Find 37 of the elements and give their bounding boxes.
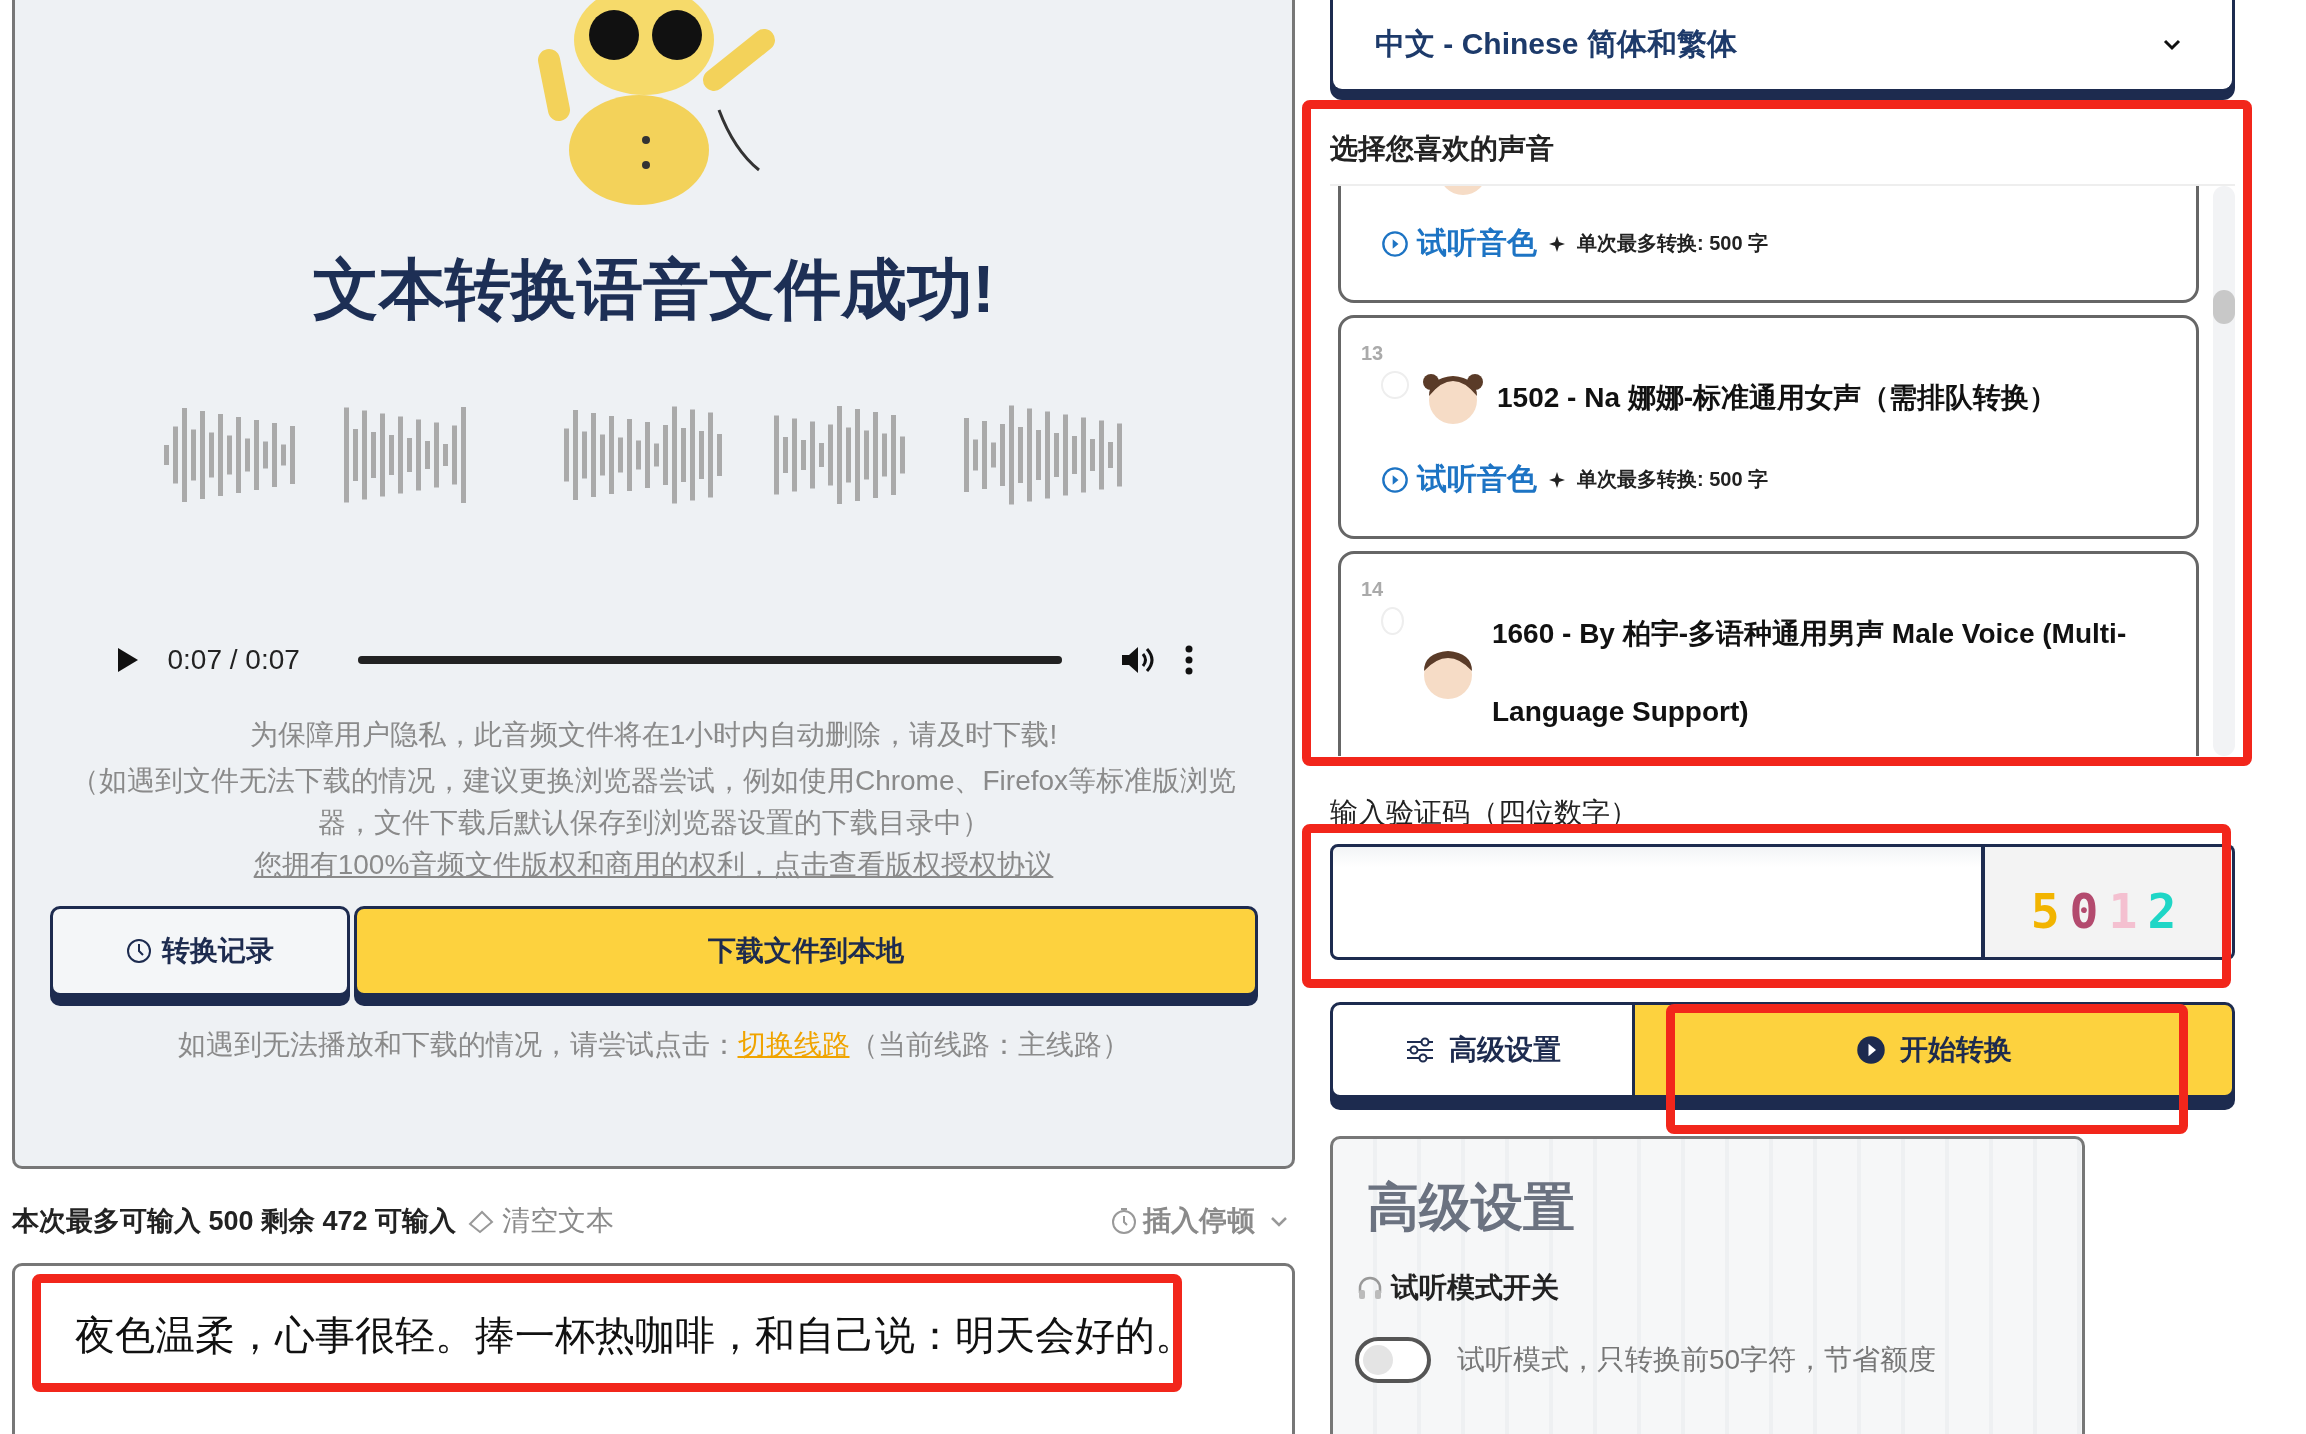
preview-link[interactable]: 试听音色 xyxy=(1381,223,1537,264)
headphones-icon xyxy=(1357,1275,1383,1301)
notice-text: 为保障用户隐私，此音频文件将在1小时内自动删除，请及时下载! xyxy=(248,718,1059,752)
chevron-down-icon xyxy=(1269,1214,1289,1228)
preview-mode-toggle[interactable] xyxy=(1355,1337,1431,1383)
notice-text: （如遇到文件无法下载的情况，建议更换浏览器尝试，例如使用Chrome、Firefox等标准版浏览器，文件下载后默认保存到浏览器设置的下载目录中） xyxy=(69,764,1238,840)
voice-number: 14 xyxy=(1361,578,1385,601)
voice-name: 1502 - Na 娜娜-标准通用女声（需排队转换） xyxy=(1497,381,2058,415)
preview-mode-description: 试听模式，只转换前50字符，节省额度 xyxy=(1457,1343,1937,1377)
voice-card[interactable]: 13 1502 - Na 娜娜-标准通用女声（需排队转换） 试听音色 单次最多转换: 500 字 xyxy=(1338,315,2200,539)
scrollbar[interactable] xyxy=(2213,186,2235,756)
clock-icon xyxy=(125,938,152,964)
captcha-input[interactable] xyxy=(1330,844,1985,960)
timer-icon xyxy=(1111,1207,1137,1235)
voice-number: 13 xyxy=(1361,342,1385,365)
time-display: 0:07 / 0:07 xyxy=(167,644,300,676)
volume-icon[interactable] xyxy=(1119,644,1156,676)
sliders-icon xyxy=(1404,1037,1435,1063)
play-icon xyxy=(1381,465,1409,494)
input-text: 夜色温柔，心事很轻。捧一杯热咖啡，和自己说：明天会好的。 xyxy=(75,1313,1195,1357)
limit-text: 单次最多转换: 500 字 xyxy=(1577,467,1769,492)
play-icon xyxy=(1381,229,1409,258)
limit-text: 单次最多转换: 500 字 xyxy=(1577,231,1769,256)
char-counter: 本次最多可输入 500 剩余 472 可输入 xyxy=(12,1205,457,1238)
chevron-down-icon xyxy=(2162,37,2182,52)
voice-name: 1660 - By 柏宇-多语种通用男声 Male Voice (Multi-Language Support) xyxy=(1491,617,2128,729)
voice-card[interactable]: 14 1660 - By 柏宇-多语种通用男声 Male Voice (Multi-Language Support) xyxy=(1338,551,2200,756)
panel-title: 高级设置 xyxy=(1367,1177,1576,1238)
preview-link[interactable]: 试听音色 xyxy=(1381,459,1537,500)
route-note: 如遇到无法播放和下载的情况，请尝试点击：切换线路（当前线路：主线路） xyxy=(177,1028,1130,1062)
preview-mode-label: 试听模式开关 xyxy=(1391,1271,1559,1305)
voice-section-title: 选择您喜欢的声音 xyxy=(1330,132,1555,166)
play-icon xyxy=(1855,1035,1886,1065)
more-icon[interactable] xyxy=(1183,645,1194,675)
text-input-area[interactable]: 夜色温柔，心事很轻。捧一杯热咖啡，和自己说：明天会好的。 xyxy=(12,1263,1295,1434)
voice-card[interactable]: 试听音色 单次最多转换: 500 字 xyxy=(1338,186,2200,303)
success-title: 文本转换语音文件成功! xyxy=(312,251,995,328)
